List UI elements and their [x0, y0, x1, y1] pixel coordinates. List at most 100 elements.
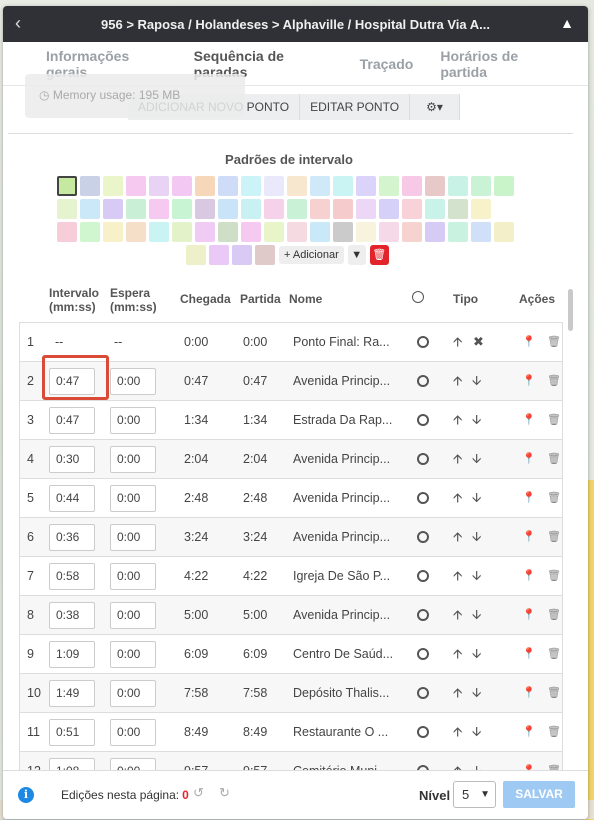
save-button[interactable]: SALVAR: [503, 781, 575, 808]
trash-icon[interactable]: 🗑: [547, 440, 561, 478]
wait-input[interactable]: 0:00: [110, 602, 156, 629]
map-pin-icon[interactable]: 📍: [522, 713, 536, 751]
pattern-swatch[interactable]: [310, 222, 330, 242]
circle-icon[interactable]: [417, 414, 429, 426]
wait-input[interactable]: 0:00: [110, 524, 156, 551]
pattern-swatch[interactable]: [356, 176, 376, 196]
arrow-down-icon[interactable]: 🡫: [472, 401, 481, 439]
trash-icon[interactable]: 🗑: [547, 479, 561, 517]
pattern-swatch[interactable]: [379, 176, 399, 196]
map-pin-icon[interactable]: 📍: [522, 479, 536, 517]
arrow-down-icon[interactable]: 🡫: [472, 635, 481, 673]
map-pin-icon[interactable]: 📍: [522, 635, 536, 673]
map-pin-icon[interactable]: 📍: [522, 518, 536, 556]
undo-icon[interactable]: ↺: [193, 785, 204, 801]
arrow-up-icon[interactable]: 🡩: [453, 674, 462, 712]
pattern-swatch[interactable]: [425, 199, 445, 219]
arrow-up-icon[interactable]: 🡩: [453, 362, 462, 400]
trash-icon[interactable]: 🗑: [547, 362, 561, 400]
pattern-swatch[interactable]: [195, 222, 215, 242]
redo-icon[interactable]: ↻: [219, 785, 230, 801]
trash-icon[interactable]: 🗑: [547, 323, 561, 361]
tab-route-trace[interactable]: Traçado: [360, 56, 414, 72]
arrow-down-icon[interactable]: 🡫: [472, 518, 481, 556]
pattern-swatch[interactable]: [172, 222, 192, 242]
pattern-swatch[interactable]: [379, 199, 399, 219]
close-icon[interactable]: ✖: [473, 323, 484, 361]
map-pin-icon[interactable]: 📍: [522, 557, 536, 595]
wait-input[interactable]: 0:00: [110, 446, 156, 473]
trash-icon[interactable]: 🗑: [547, 518, 561, 556]
circle-icon[interactable]: [417, 609, 429, 621]
arrow-down-icon[interactable]: 🡫: [472, 440, 481, 478]
arrow-up-icon[interactable]: 🡩: [453, 479, 462, 517]
pattern-swatch[interactable]: [264, 176, 284, 196]
trash-icon[interactable]: 🗑: [547, 557, 561, 595]
pattern-swatch[interactable]: [172, 176, 192, 196]
trash-icon[interactable]: 🗑: [547, 674, 561, 712]
arrow-up-icon[interactable]: 🡩: [453, 401, 462, 439]
pattern-swatch[interactable]: [149, 222, 169, 242]
circle-icon[interactable]: [417, 570, 429, 582]
pattern-swatch[interactable]: [57, 222, 77, 242]
pattern-swatch[interactable]: [80, 199, 100, 219]
circle-icon[interactable]: [417, 492, 429, 504]
pattern-swatch[interactable]: [103, 199, 123, 219]
pattern-swatch[interactable]: [310, 176, 330, 196]
chevron-up-icon[interactable]: ▲: [560, 15, 574, 31]
add-pattern-button[interactable]: + Adicionar: [279, 246, 344, 264]
wait-input[interactable]: 0:00: [110, 368, 156, 395]
scrollbar-thumb[interactable]: [568, 289, 573, 331]
pattern-swatch[interactable]: [218, 199, 238, 219]
arrow-down-icon[interactable]: 🡫: [472, 479, 481, 517]
arrow-down-icon[interactable]: 🡫: [472, 557, 481, 595]
interval-input[interactable]: 0:44: [49, 485, 95, 512]
map-pin-icon[interactable]: 📍: [522, 323, 536, 361]
arrow-down-icon[interactable]: 🡫: [472, 362, 481, 400]
pattern-swatch[interactable]: [356, 199, 376, 219]
arrow-up-icon[interactable]: 🡩: [453, 557, 462, 595]
pattern-swatch[interactable]: [103, 176, 123, 196]
wait-input[interactable]: 0:00: [110, 407, 156, 434]
pattern-swatch[interactable]: [333, 222, 353, 242]
circle-icon[interactable]: [417, 375, 429, 387]
pattern-swatch[interactable]: [494, 176, 514, 196]
trash-icon[interactable]: 🗑: [547, 713, 561, 751]
pattern-swatch[interactable]: [126, 199, 146, 219]
pattern-swatch[interactable]: [264, 199, 284, 219]
trash-icon[interactable]: 🗑: [547, 635, 561, 673]
pattern-swatch[interactable]: [172, 199, 192, 219]
map-pin-icon[interactable]: 📍: [522, 674, 536, 712]
pattern-swatch[interactable]: [402, 176, 422, 196]
arrow-down-icon[interactable]: 🡫: [472, 713, 481, 751]
info-icon[interactable]: i: [18, 787, 34, 803]
pattern-swatch[interactable]: [425, 176, 445, 196]
arrow-up-icon[interactable]: 🡩: [453, 596, 462, 634]
interval-input[interactable]: 0:51: [49, 719, 95, 746]
wait-input[interactable]: 0:00: [110, 719, 156, 746]
pattern-swatch[interactable]: [448, 222, 468, 242]
circle-icon[interactable]: [417, 687, 429, 699]
pattern-swatch[interactable]: [126, 222, 146, 242]
tab-departure-times[interactable]: Horários de partida: [440, 48, 561, 80]
map-pin-icon[interactable]: 📍: [522, 596, 536, 634]
pattern-swatch[interactable]: [80, 176, 100, 196]
trash-icon[interactable]: 🗑: [547, 596, 561, 634]
circle-icon[interactable]: [417, 531, 429, 543]
pattern-swatch[interactable]: [402, 199, 422, 219]
pattern-swatch[interactable]: [195, 176, 215, 196]
pattern-swatch[interactable]: [333, 176, 353, 196]
pattern-swatch[interactable]: [149, 176, 169, 196]
pattern-swatch[interactable]: [57, 176, 77, 196]
pattern-swatch[interactable]: [126, 176, 146, 196]
pattern-swatch[interactable]: [149, 199, 169, 219]
circle-icon[interactable]: [417, 336, 429, 348]
pattern-swatch[interactable]: [264, 222, 284, 242]
wait-input[interactable]: 0:00: [110, 680, 156, 707]
circle-icon[interactable]: [417, 453, 429, 465]
arrow-up-icon[interactable]: 🡩: [453, 323, 462, 361]
map-pin-icon[interactable]: 📍: [522, 362, 536, 400]
pattern-swatch[interactable]: [448, 176, 468, 196]
arrow-up-icon[interactable]: 🡩: [453, 635, 462, 673]
trash-icon[interactable]: 🗑: [369, 245, 389, 265]
